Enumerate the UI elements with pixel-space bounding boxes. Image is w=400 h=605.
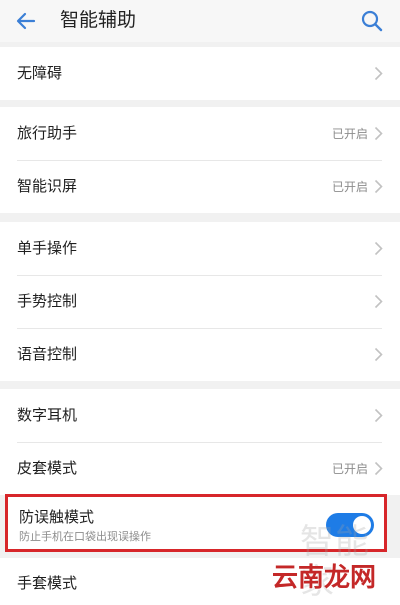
page-title: 智能辅助 (60, 9, 137, 31)
chevron-right-icon (374, 461, 383, 476)
header-bar: 智能辅助 (0, 0, 400, 42)
settings-row-smart-screen[interactable]: 智能识屏 已开启 (0, 160, 400, 213)
row-status: 已开启 (331, 127, 368, 141)
settings-row-one-hand[interactable]: 单手操作 (0, 222, 400, 275)
row-label: 手势控制 (17, 292, 78, 310)
settings-row-gesture[interactable]: 手势控制 (0, 275, 400, 328)
row-status: 已开启 (331, 462, 368, 476)
chevron-right-icon (374, 126, 383, 141)
chevron-right-icon (374, 179, 383, 194)
chevron-right-icon (374, 347, 383, 362)
chevron-right-icon (374, 408, 383, 423)
row-label: 旅行助手 (17, 124, 78, 142)
chevron-right-icon (374, 294, 383, 309)
settings-row-digital-earphone[interactable]: 数字耳机 (0, 389, 400, 442)
row-label: 单手操作 (17, 239, 78, 257)
watermark-logo: 云南龙网 (272, 563, 377, 593)
chevron-right-icon (374, 66, 383, 81)
settings-row-cover-mode[interactable]: 皮套模式 已开启 (0, 442, 400, 495)
row-label: 无障碍 (17, 64, 63, 82)
settings-row-voice[interactable]: 语音控制 (0, 328, 400, 381)
row-label: 语音控制 (17, 345, 78, 363)
row-label: 防误触模式 (19, 508, 95, 526)
chevron-right-icon (374, 241, 383, 256)
settings-row-accessibility[interactable]: 无障碍 (0, 47, 400, 100)
settings-group: 旅行助手 已开启 智能识屏 已开启 (0, 107, 400, 213)
search-icon[interactable] (360, 9, 384, 33)
settings-group: 数字耳机 皮套模式 已开启 (0, 389, 400, 495)
settings-row-travel-assistant[interactable]: 旅行助手 已开启 (0, 107, 400, 160)
row-label: 智能识屏 (17, 177, 78, 195)
settings-group: 无障碍 (0, 47, 400, 100)
arrow-left-icon[interactable] (14, 9, 38, 33)
row-status: 已开启 (331, 180, 368, 194)
row-label: 数字耳机 (17, 406, 78, 424)
row-description: 防止手机在口袋出现误操作 (19, 530, 151, 543)
row-label: 皮套模式 (17, 459, 78, 477)
row-label: 手套模式 (17, 574, 78, 592)
settings-group: 单手操作 手势控制 语音控制 (0, 222, 400, 381)
